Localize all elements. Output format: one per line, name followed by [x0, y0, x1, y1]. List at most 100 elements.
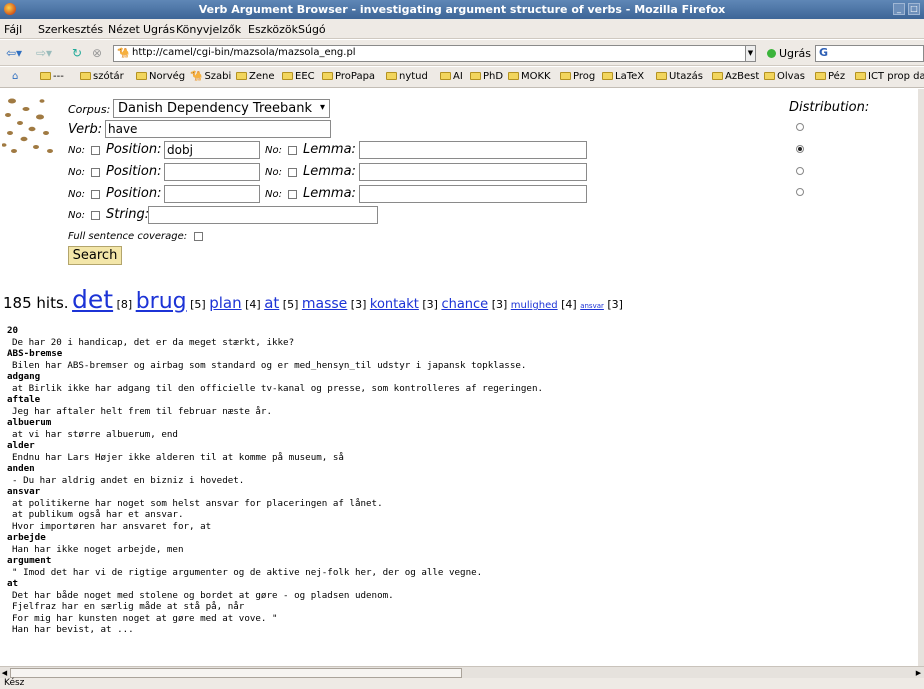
- bookmark-item[interactable]: ProPapa: [322, 71, 375, 82]
- hit-count: [3]: [422, 298, 438, 311]
- result-sentence: Han har ikke noget arbejde, men: [12, 543, 184, 555]
- lemma-input[interactable]: [359, 141, 587, 159]
- corpus-value: Danish Dependency Treebank: [118, 101, 313, 116]
- negate-checkbox[interactable]: [91, 211, 100, 220]
- lemma-label: Lemma:: [303, 186, 356, 201]
- go-button[interactable]: Ugrás: [767, 47, 811, 60]
- stop-icon[interactable]: ⊗: [92, 46, 102, 60]
- back-icon[interactable]: ⇦▾: [6, 46, 22, 60]
- scroll-right-icon[interactable]: ▶: [914, 668, 923, 678]
- full-coverage-checkbox[interactable]: [194, 232, 203, 241]
- maximize-icon[interactable]: □: [908, 3, 920, 15]
- vertical-scrollbar[interactable]: [918, 89, 924, 666]
- menu-edit[interactable]: Szerkesztés: [38, 23, 103, 36]
- bookmark-item[interactable]: 🐪 Szabi: [190, 71, 231, 82]
- corpus-select[interactable]: Danish Dependency Treebank ▾: [113, 99, 330, 118]
- position-input[interactable]: [164, 163, 260, 181]
- distribution-radio[interactable]: [796, 145, 804, 153]
- negate-checkbox[interactable]: [288, 168, 297, 177]
- scroll-left-icon[interactable]: ◀: [0, 668, 9, 678]
- negate-checkbox[interactable]: [91, 146, 100, 155]
- chevron-down-icon: ▾: [319, 102, 325, 113]
- page-content: Corpus: Danish Dependency Treebank ▾ Ver…: [0, 89, 918, 666]
- bookmark-item[interactable]: MOKK: [508, 71, 551, 82]
- lemma-label: Lemma:: [303, 164, 356, 179]
- hits-summary: 185 hits. det [8] brug [5] plan [4] at […: [3, 285, 623, 314]
- hit-link[interactable]: at: [264, 294, 279, 312]
- hit-link[interactable]: masse: [302, 296, 347, 312]
- hit-link[interactable]: ansvar: [580, 302, 604, 310]
- forward-icon[interactable]: ⇨▾: [36, 46, 52, 60]
- distribution-radio[interactable]: [796, 188, 804, 196]
- negate-checkbox[interactable]: [288, 190, 297, 199]
- result-sentence: For mig har kunsten noget at gøre med at…: [12, 612, 278, 624]
- bookmark-item[interactable]: Prog: [560, 71, 595, 82]
- folder-icon: [815, 72, 826, 80]
- search-button[interactable]: Search: [68, 246, 122, 265]
- hit-link[interactable]: chance: [441, 297, 488, 312]
- result-word: argument: [7, 555, 52, 566]
- bookmark-item[interactable]: ICT prop day: [855, 71, 924, 82]
- menu-file[interactable]: Fájl: [4, 23, 22, 36]
- hit-link[interactable]: mulighed: [511, 300, 558, 311]
- horizontal-scrollbar[interactable]: ◀ ▶: [0, 666, 924, 678]
- result-sentence: - Du har aldrig andet en bizniz i hovede…: [12, 474, 245, 486]
- home-icon[interactable]: ⌂: [12, 71, 18, 82]
- position-input[interactable]: dobj: [164, 141, 260, 159]
- minimize-icon[interactable]: _: [893, 3, 905, 15]
- result-sentence: Endnu har Lars Højer ikke alderen til at…: [12, 451, 344, 463]
- bookmark-item[interactable]: AI: [440, 71, 463, 82]
- bookmark-item[interactable]: Péz: [815, 71, 845, 82]
- result-sentence: at vi har større albuerum, end: [12, 428, 178, 440]
- result-sentence: Fjelfraz har en særlig måde at stå på, n…: [12, 601, 245, 612]
- no-label: No:: [68, 189, 85, 200]
- lemma-input[interactable]: [359, 163, 587, 181]
- bookmark-item[interactable]: Utazás: [656, 71, 703, 82]
- scrollbar-thumb[interactable]: [10, 668, 462, 678]
- camel-icon: 🐪: [190, 71, 203, 82]
- bookmark-item[interactable]: Norvég: [136, 71, 185, 82]
- bookmark-item[interactable]: Zene: [236, 71, 275, 82]
- position-input[interactable]: [164, 185, 260, 203]
- menu-view[interactable]: Nézet: [108, 23, 140, 36]
- search-engine-box[interactable]: G: [815, 45, 924, 62]
- url-bar[interactable]: 🐪 http://camel/cgi-bin/mazsola/mazsola_e…: [113, 45, 756, 62]
- menu-bookmarks[interactable]: Könyvjelzők: [176, 23, 241, 36]
- folder-icon: [508, 72, 519, 80]
- menu-go[interactable]: Ugrás: [143, 23, 175, 36]
- folder-icon: [855, 72, 866, 80]
- negate-checkbox[interactable]: [91, 168, 100, 177]
- reload-icon[interactable]: ↻: [72, 46, 82, 60]
- hit-count: [3]: [491, 298, 508, 311]
- full-coverage-label: Full sentence coverage:: [68, 231, 188, 242]
- string-input[interactable]: [148, 206, 378, 224]
- result-sentence: at publikum også har et ansvar.: [12, 509, 184, 520]
- bookmark-item[interactable]: AzBest: [712, 71, 759, 82]
- hit-link[interactable]: plan: [209, 294, 241, 312]
- bookmark-item[interactable]: ---: [40, 71, 64, 82]
- status-bar: Kész: [0, 678, 924, 689]
- negate-checkbox[interactable]: [288, 146, 297, 155]
- bookmark-item[interactable]: szótár: [80, 71, 124, 82]
- distribution-radio[interactable]: [796, 123, 804, 131]
- hit-link[interactable]: brug: [136, 289, 187, 314]
- url-dropdown-icon[interactable]: ▼: [745, 45, 756, 62]
- go-icon: [767, 49, 776, 58]
- bookmark-item[interactable]: Olvas: [764, 71, 805, 82]
- lemma-input[interactable]: [359, 185, 587, 203]
- bookmark-item[interactable]: EEC: [282, 71, 315, 82]
- hit-link[interactable]: kontakt: [370, 297, 419, 312]
- verb-input[interactable]: have: [105, 120, 331, 138]
- bookmark-item[interactable]: LaTeX: [602, 71, 644, 82]
- result-word: anden: [7, 463, 35, 474]
- hit-count: [8]: [116, 298, 133, 311]
- result-word: ansvar: [7, 486, 41, 497]
- bookmark-item[interactable]: PhD: [470, 71, 503, 82]
- menu-help[interactable]: Súgó: [298, 23, 326, 36]
- bookmark-item[interactable]: nytud: [386, 71, 428, 82]
- folder-icon: [322, 72, 333, 80]
- distribution-radio[interactable]: [796, 167, 804, 175]
- menu-tools[interactable]: Eszközök: [248, 23, 298, 36]
- hit-link[interactable]: det: [72, 285, 113, 314]
- negate-checkbox[interactable]: [91, 190, 100, 199]
